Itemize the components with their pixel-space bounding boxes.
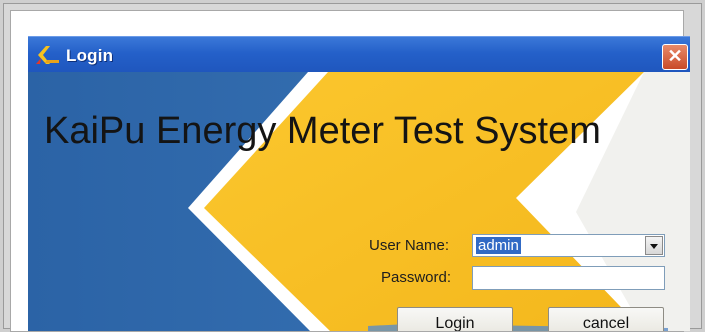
cancel-button[interactable]: cancel xyxy=(548,307,664,331)
window-title: Login xyxy=(66,46,114,65)
chevron-down-icon[interactable] xyxy=(645,236,663,255)
login-button[interactable]: Login xyxy=(397,307,513,331)
login-dialog: Login ✕ KaiPu Energy Meter Test System U… xyxy=(28,36,690,331)
username-label: User Name: xyxy=(369,237,450,254)
password-label: Password: xyxy=(381,269,452,286)
app-heading: KaiPu Energy Meter Test System xyxy=(44,110,601,152)
title-bar[interactable]: Login ✕ xyxy=(28,36,690,73)
close-icon: ✕ xyxy=(667,46,683,66)
password-field[interactable] xyxy=(472,266,665,290)
close-button[interactable]: ✕ xyxy=(662,44,688,70)
username-combobox[interactable]: admin xyxy=(472,234,665,257)
kaipu-k-logo-icon xyxy=(34,45,62,65)
username-value[interactable]: admin xyxy=(476,237,521,254)
